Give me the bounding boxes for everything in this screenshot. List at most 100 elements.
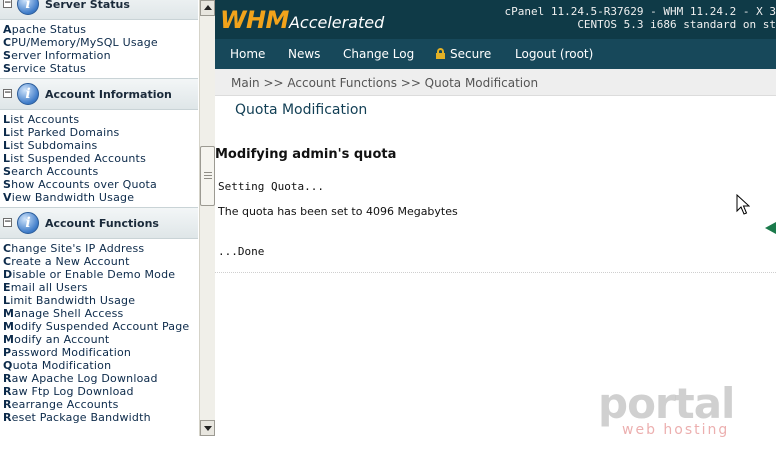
- nav-secure[interactable]: Secure: [436, 47, 491, 61]
- setting-status: Setting Quota...: [218, 180, 324, 193]
- link-rest: ervice Status: [11, 62, 86, 75]
- link-initial: Q: [3, 359, 13, 372]
- link-rest: odify an Account: [14, 333, 110, 346]
- sidebar-item-password-modification[interactable]: Password Modification: [3, 346, 198, 359]
- sidebar-item-raw-apache-log-download[interactable]: Raw Apache Log Download: [3, 372, 198, 385]
- sidebar-item-list-parked-domains[interactable]: List Parked Domains: [3, 126, 198, 139]
- link-initial: R: [3, 398, 12, 411]
- sidebar-item-apache-status[interactable]: Apache Status: [3, 23, 198, 36]
- minus-box-icon[interactable]: −: [3, 89, 12, 98]
- link-initial: M: [3, 333, 15, 346]
- link-rest: isable or Enable Demo Mode: [12, 268, 176, 281]
- link-rest: earrange Accounts: [11, 398, 119, 411]
- sidebar: − i Server Status Apache Status CPU/Memor…: [0, 0, 198, 436]
- section-header-account-functions[interactable]: − i Account Functions: [0, 207, 198, 239]
- sidebar-item-search-accounts[interactable]: Search Accounts: [3, 165, 198, 178]
- sidebar-item-list-suspended-accounts[interactable]: List Suspended Accounts: [3, 152, 198, 165]
- sidebar-item-modify-suspended-account-page[interactable]: Modify Suspended Account Page: [3, 320, 198, 333]
- sidebar-item-view-bandwidth-usage[interactable]: View Bandwidth Usage: [3, 191, 198, 204]
- link-rest: odify Suspended Account Page: [14, 320, 190, 333]
- link-rest: PU/Memory/MySQL Usage: [11, 36, 158, 49]
- sidebar-item-modify-an-account[interactable]: Modify an Account: [3, 333, 198, 346]
- sidebar-item-limit-bandwidth-usage[interactable]: Limit Bandwidth Usage: [3, 294, 198, 307]
- link-rest: assword Modification: [11, 346, 132, 359]
- sidebar-scrollbar[interactable]: [199, 0, 215, 436]
- sidebar-item-email-all-users[interactable]: Email all Users: [3, 281, 198, 294]
- lock-icon: [436, 48, 445, 59]
- link-initial: R: [3, 372, 12, 385]
- sidebar-item-quota-modification[interactable]: Quota Modification: [3, 359, 198, 372]
- minus-box-icon[interactable]: −: [3, 0, 12, 8]
- watermark-brand: portal: [598, 379, 735, 428]
- link-initial: E: [3, 281, 11, 294]
- sidebar-item-service-status[interactable]: Service Status: [3, 62, 198, 75]
- sidebar-item-show-accounts-over-quota[interactable]: Show Accounts over Quota: [3, 178, 198, 191]
- nav-logout[interactable]: Logout (root): [515, 47, 593, 61]
- sidebar-item-server-information[interactable]: Server Information: [3, 49, 198, 62]
- sidebar-item-create-a-new-account[interactable]: Create a New Account: [3, 255, 198, 268]
- top-nav: Home News Change Log Secure Logout (root…: [215, 39, 776, 69]
- logo-main: WHM: [220, 6, 289, 34]
- grip-line: [204, 172, 212, 173]
- breadcrumb-text[interactable]: Main >> Account Functions >> Quota Modif…: [231, 76, 538, 90]
- link-rest: ist Suspended Accounts: [10, 152, 146, 165]
- info-icon: i: [17, 212, 39, 234]
- link-rest: how Accounts over Quota: [11, 178, 158, 191]
- whm-logo[interactable]: WHMAccelerated: [220, 6, 384, 34]
- link-initial: S: [3, 62, 12, 75]
- header: WHMAccelerated cPanel 11.24.5-R37629 - W…: [215, 0, 776, 69]
- info-icon: i: [17, 0, 39, 15]
- link-rest: anage Shell Access: [14, 307, 124, 320]
- link-initial: A: [3, 23, 12, 36]
- sidebar-item-cpu-memory-mysql-usage[interactable]: CPU/Memory/MySQL Usage: [3, 36, 198, 49]
- section-heading: Modifying admin's quota: [215, 147, 397, 162]
- version-info: cPanel 11.24.5-R37629 - WHM 11.24.2 - X …: [504, 5, 776, 18]
- link-initial: M: [3, 307, 15, 320]
- link-rest: aw Ftp Log Download: [11, 385, 134, 398]
- link-rest: erver Information: [11, 49, 111, 62]
- scroll-down-button[interactable]: [200, 420, 215, 436]
- account-information-list: List Accounts List Parked Domains List Sub…: [0, 110, 198, 207]
- link-initial: D: [3, 268, 13, 281]
- section-header-server-status[interactable]: − i Server Status: [0, 0, 198, 20]
- sidebar-item-disable-or-enable-demo-mode[interactable]: Disable or Enable Demo Mode: [3, 268, 198, 281]
- section-header-account-information[interactable]: − i Account Information: [0, 78, 198, 110]
- link-rest: ist Subdomains: [10, 139, 98, 152]
- arrow-up-icon: [204, 5, 212, 10]
- nav-change-log[interactable]: Change Log: [343, 47, 414, 61]
- arrow-down-icon: [204, 426, 212, 431]
- nav-news[interactable]: News: [288, 47, 320, 61]
- grip-line: [204, 178, 212, 179]
- sidebar-item-raw-ftp-log-download[interactable]: Raw Ftp Log Download: [3, 385, 198, 398]
- divider: [215, 272, 776, 273]
- link-rest: imit Bandwidth Usage: [10, 294, 136, 307]
- sidebar-item-change-site-s-ip-address[interactable]: Change Site's IP Address: [3, 242, 198, 255]
- green-arrow-icon: [765, 222, 776, 234]
- link-initial: R: [3, 411, 12, 424]
- link-rest: uota Modification: [12, 359, 112, 372]
- sidebar-item-list-subdomains[interactable]: List Subdomains: [3, 139, 198, 152]
- sidebar-item-list-accounts[interactable]: List Accounts: [3, 113, 198, 126]
- info-icon: i: [17, 83, 39, 105]
- minus-box-icon[interactable]: −: [3, 218, 12, 227]
- quota-result-message: The quota has been set to 4096 Megabytes: [218, 205, 458, 218]
- link-rest: ist Accounts: [10, 113, 80, 126]
- link-rest: aw Apache Log Download: [11, 372, 158, 385]
- link-initial: R: [3, 385, 12, 398]
- sidebar-item-manage-shell-access[interactable]: Manage Shell Access: [3, 307, 198, 320]
- nav-secure-label: Secure: [450, 47, 492, 61]
- sidebar-item-reset-package-bandwidth[interactable]: Reset Package Bandwidth: [3, 411, 198, 424]
- nav-home[interactable]: Home: [230, 47, 265, 61]
- link-rest: iew Bandwidth Usage: [11, 191, 135, 204]
- link-initial: S: [3, 165, 12, 178]
- server-status-list: Apache Status CPU/Memory/MySQL Usage Serve…: [0, 20, 198, 78]
- link-rest: hange Site's IP Address: [11, 242, 145, 255]
- link-rest: reate a New Account: [11, 255, 130, 268]
- scroll-thumb[interactable]: [200, 146, 215, 206]
- sidebar-item-rearrange-accounts[interactable]: Rearrange Accounts: [3, 398, 198, 411]
- link-rest: mail all Users: [10, 281, 88, 294]
- grip-line: [204, 175, 212, 176]
- scroll-up-button[interactable]: [200, 0, 215, 16]
- link-initial: S: [3, 49, 12, 62]
- link-rest: pache Status: [11, 23, 87, 36]
